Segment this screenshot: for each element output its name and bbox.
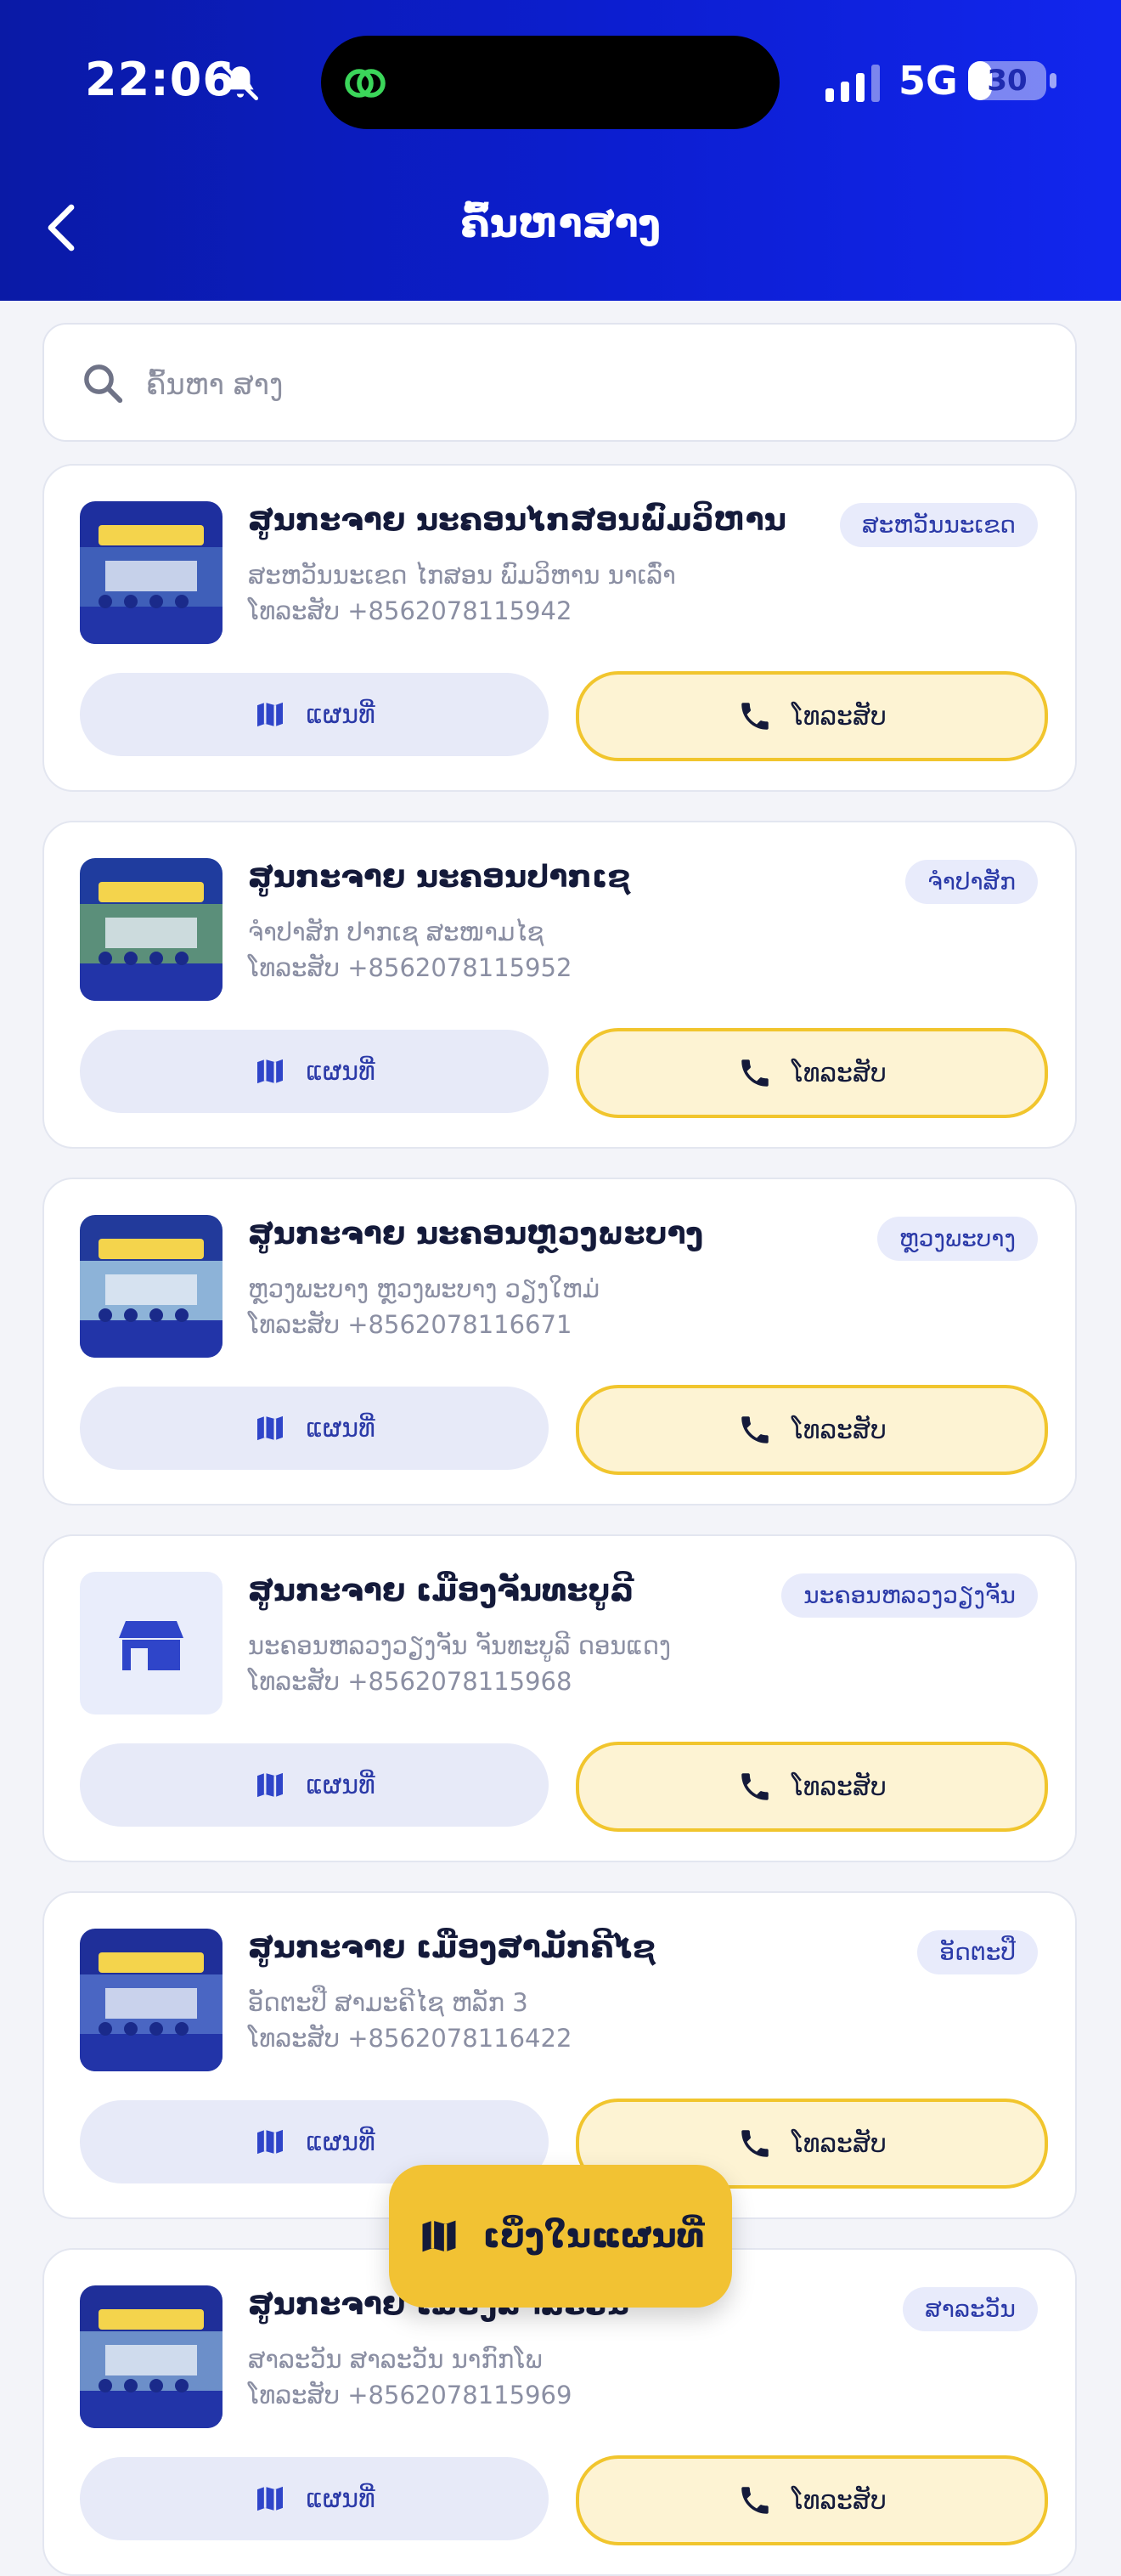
warehouse-card[interactable]: ສູນກະຈາຍ ນະຄອນຫຼວງພະບາງ ຫຼວງພະບາງ ຫຼວງພະ… [42, 1178, 1077, 1505]
province-badge: ສະຫວັນນະເຂດ [839, 503, 1038, 547]
warehouse-card[interactable]: ສູນກະຈາຍ ນະຄອນໄກສອນພົມວິຫານ ສະຫວັນນະເຂດ … [42, 464, 1077, 792]
warehouse-name: ສູນກະຈາຍ ນະຄອນຫຼວງພະບາງ [248, 1217, 704, 1251]
signal-icon [825, 65, 880, 102]
battery-tip [1050, 73, 1056, 88]
app-header: 22:06 5G 30 ຄົ້ນຫາສາງ [0, 0, 1121, 301]
bell-muted-icon [222, 64, 259, 101]
search-icon [84, 364, 123, 404]
call-button-label: ໂທລະສັບ [791, 1771, 887, 1802]
phone-icon [741, 703, 769, 730]
warehouse-thumbnail [80, 2285, 223, 2428]
call-button[interactable]: ໂທລະສັບ [576, 1385, 1048, 1475]
search-input[interactable] [144, 350, 1048, 420]
warehouse-name: ສູນກະຈາຍ ເມືອງຈັນທະບູລີ [248, 1573, 634, 1608]
map-icon [257, 2129, 284, 2155]
phone-icon [741, 1773, 769, 1800]
warehouse-address: ຈຳປາສັກ ປາກເຊ ສະໜາມໄຊ [248, 918, 544, 946]
warehouse-phone: ໂທລະສັບ +8562078116422 [248, 2024, 572, 2053]
battery-icon: 30 [968, 61, 1046, 100]
warehouse-photo [80, 501, 223, 644]
warehouse-card[interactable]: ສູນກະຈາຍ ນະຄອນປາກເຊ ຈຳປາສັກ ຈຳປາສັກ ປາກເ… [42, 821, 1077, 1149]
map-icon [257, 1772, 284, 1798]
call-button[interactable]: ໂທລະສັບ [576, 671, 1048, 761]
search-bar[interactable] [42, 323, 1077, 442]
call-button[interactable]: ໂທລະສັບ [576, 2455, 1048, 2545]
call-button-label: ໂທລະສັບ [791, 2128, 887, 2159]
warehouse-thumbnail [80, 858, 223, 1001]
warehouse-phone: ໂທລະສັບ +8562078115942 [248, 596, 572, 625]
warehouse-photo [80, 1215, 223, 1358]
dynamic-island [321, 36, 780, 129]
province-badge: ຫຼວງພະບາງ [876, 1217, 1038, 1261]
call-button-label: ໂທລະສັບ [791, 2485, 887, 2516]
phone-icon [741, 1416, 769, 1443]
warehouse-name: ສູນກະຈາຍ ເມືອງສາມັກຄີໄຊ [248, 1930, 656, 1965]
province-badge: ອັດຕະປື [917, 1930, 1038, 1974]
link-icon [345, 69, 386, 98]
warehouse-phone: ໂທລະສັບ +8562078116671 [248, 1310, 572, 1339]
province-badge: ສາລະວັນ [903, 2287, 1038, 2331]
call-button[interactable]: ໂທລະສັບ [576, 1028, 1048, 1118]
map-button-label: ແຜນທີ່ [306, 2483, 375, 2514]
store-icon [119, 1621, 183, 1670]
warehouse-phone: ໂທລະສັບ +8562078115952 [248, 953, 572, 982]
status-time: 22:06 [85, 53, 235, 106]
map-button-label: ແຜນທີ່ [306, 1413, 375, 1443]
province-badge: ນະຄອນຫລວງວຽງຈັນ [781, 1573, 1038, 1618]
map-icon [257, 1059, 284, 1084]
warehouse-address: ສາລະວັນ ສາລະວັນ ນາກົກໂພ [248, 2345, 543, 2374]
warehouse-address: ສະຫວັນນະເຂດ ໄກສອນ ພົມວິຫານ ນາເລົ່າ [248, 561, 676, 590]
call-button-label: ໂທລະສັບ [791, 701, 887, 732]
page-title: ຄົ້ນຫາສາງ [460, 201, 661, 246]
warehouse-name: ສູນກະຈາຍ ນະຄອນໄກສອນພົມວິຫານ [248, 503, 786, 538]
warehouse-card[interactable]: ສູນກະຈາຍ ເມືອງຈັນທະບູລີ ນະຄອນຫລວງວຽງຈັນ … [42, 1534, 1077, 1862]
warehouse-thumbnail [80, 501, 223, 644]
network-type: 5G [898, 58, 958, 104]
phone-icon [741, 2130, 769, 2157]
province-badge: ຈຳປາສັກ [905, 860, 1038, 904]
map-button[interactable]: ແຜນທີ່ [80, 1030, 549, 1113]
map-button-label: ແຜນທີ່ [306, 699, 375, 730]
warehouse-photo [80, 1929, 223, 2071]
view-on-map-label: ເບິ່ງໃນແຜນທີ່ [482, 2217, 705, 2256]
call-button-label: ໂທລະສັບ [791, 1415, 887, 1445]
warehouse-thumbnail [80, 1929, 223, 2071]
map-button[interactable]: ແຜນທີ່ [80, 673, 549, 756]
map-button-label: ແຜນທີ່ [306, 1770, 375, 1800]
call-button[interactable]: ໂທລະສັບ [576, 1742, 1048, 1832]
warehouse-address: ອັດຕະປື ສາມະຄີໄຊ ຫລັກ 3 [248, 1988, 528, 2017]
warehouse-photo [80, 2285, 223, 2428]
map-button[interactable]: ແຜນທີ່ [80, 1387, 549, 1470]
view-on-map-button[interactable]: ເບິ່ງໃນແຜນທີ່ [389, 2165, 732, 2308]
warehouse-name: ສູນກະຈາຍ ນະຄອນປາກເຊ [248, 860, 631, 895]
warehouse-thumbnail [80, 1215, 223, 1358]
warehouse-phone: ໂທລະສັບ +8562078115969 [248, 2381, 572, 2409]
call-button-label: ໂທລະສັບ [791, 1058, 887, 1088]
phone-icon [741, 2487, 769, 2514]
warehouse-address: ຫຼວງພະບາງ ຫຼວງພະບາງ ວຽງໃຫມ່ [248, 1274, 600, 1303]
map-button[interactable]: ແຜນທີ່ [80, 2457, 549, 2540]
map-button-label: ແຜນທີ່ [306, 2127, 375, 2157]
map-button[interactable]: ແຜນທີ່ [80, 1743, 549, 1827]
map-icon [422, 2220, 456, 2252]
warehouse-phone: ໂທລະສັບ +8562078115968 [248, 1667, 572, 1696]
warehouse-address: ນະຄອນຫລວງວຽງຈັນ ຈັນທະບູລີ ດອນແດງ [248, 1631, 671, 1660]
phone-icon [741, 1059, 769, 1087]
map-button-label: ແຜນທີ່ [306, 1056, 375, 1087]
map-icon [257, 2486, 284, 2511]
map-icon [257, 1415, 284, 1441]
map-icon [257, 702, 284, 727]
warehouse-photo [80, 858, 223, 1001]
battery-percent: 30 [987, 64, 1028, 98]
warehouse-thumbnail [80, 1572, 223, 1715]
